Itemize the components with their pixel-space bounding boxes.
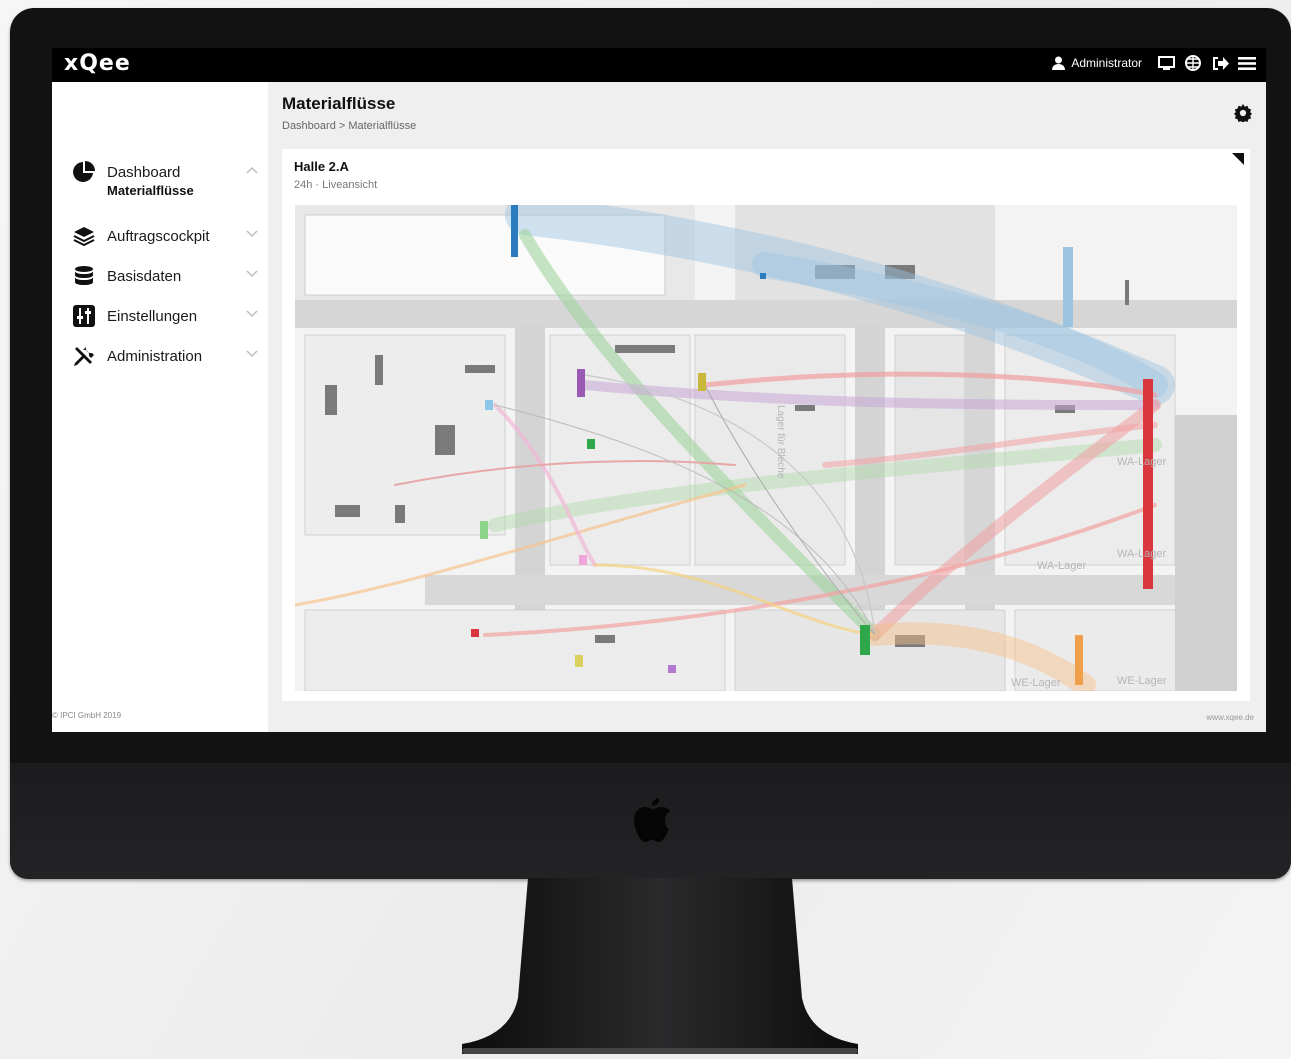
apple-logo-icon [634, 798, 670, 842]
copyright: © IPCI GmbH 2019 [52, 711, 122, 720]
chevron-down-icon[interactable] [246, 310, 258, 318]
map-label: WA-Lager [1117, 456, 1166, 468]
top-bar-actions: Administrator [1049, 54, 1256, 72]
sidebar-item-label: Dashboard [107, 163, 181, 181]
tools-icon [72, 344, 96, 368]
top-bar: xQee Administrator [52, 48, 1266, 82]
map-label: Lager für Bleche [775, 405, 786, 479]
sidebar-item-label: Einstellungen [107, 307, 198, 325]
map-label: WE-Lager [1011, 677, 1061, 689]
sidebar-nav: Dashboard Materialflüsse Auftragscockpit… [72, 152, 262, 376]
map-label: WA-Lager [1037, 560, 1086, 572]
material-flow-map[interactable]: WA-Lager WA-Lager WA-Lager WE-Lager WE-L… [295, 205, 1237, 691]
sidebar-item-dashboard[interactable]: Dashboard [72, 152, 262, 192]
globe-icon[interactable] [1184, 54, 1202, 72]
chevron-up-icon[interactable] [246, 166, 258, 174]
user-icon [1049, 54, 1067, 72]
menu-icon[interactable] [1238, 54, 1256, 72]
expand-corner-icon[interactable] [1232, 153, 1244, 165]
card-subtitle: 24h · Liveansicht [294, 179, 378, 191]
website-link[interactable]: www.xqee.de [1206, 713, 1254, 722]
sidebar-item-administration[interactable]: Administration [72, 336, 262, 376]
app-logo[interactable]: xQee [64, 51, 131, 76]
monitor-stand [462, 878, 858, 1054]
monitor-icon[interactable] [1157, 54, 1175, 72]
user-menu[interactable]: Administrator [1049, 54, 1142, 72]
card-title: Halle 2.A [294, 159, 349, 174]
page-title: Materialflüsse [282, 94, 396, 113]
sidebar-item-label: Administration [107, 347, 203, 365]
sidebar-item-label: Basisdaten [107, 267, 182, 285]
user-name: Administrator [1071, 56, 1142, 70]
chevron-down-icon[interactable] [246, 230, 258, 238]
chevron-down-icon[interactable] [246, 350, 258, 358]
logout-icon[interactable] [1211, 54, 1229, 72]
flow-card: Halle 2.A 24h · Liveansicht WA-Lager WA-… [282, 149, 1250, 701]
sidebar-item-auftragscockpit[interactable]: Auftragscockpit [72, 216, 262, 256]
main-content: Materialflüsse Dashboard > Materialflüss… [268, 82, 1266, 732]
sidebar: Dashboard Materialflüsse Auftragscockpit… [52, 82, 268, 732]
chevron-down-icon[interactable] [246, 270, 258, 278]
gear-icon[interactable] [1234, 104, 1252, 122]
map-label: WE-Lager [1117, 675, 1167, 687]
layers-icon [72, 224, 96, 248]
pie-chart-icon [72, 160, 96, 184]
database-icon [72, 264, 96, 288]
sidebar-item-einstellungen[interactable]: Einstellungen [72, 296, 262, 336]
sidebar-item-basisdaten[interactable]: Basisdaten [72, 256, 262, 296]
sliders-icon [72, 304, 96, 328]
breadcrumb[interactable]: Dashboard > Materialflüsse [282, 120, 416, 132]
sidebar-item-label: Auftragscockpit [107, 227, 210, 245]
screen: xQee Administrator Dashboard Materialflü… [52, 48, 1266, 732]
map-label: WA-Lager [1117, 548, 1166, 560]
